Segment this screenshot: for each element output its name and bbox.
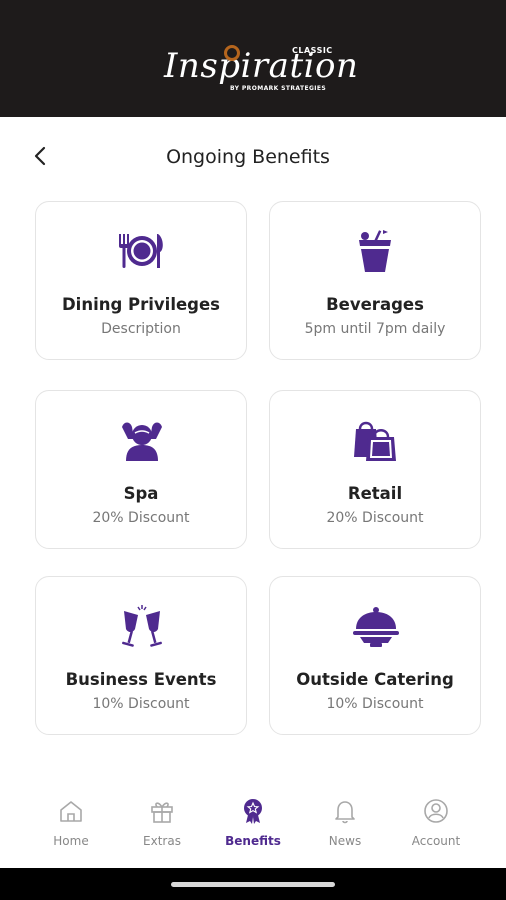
benefit-card-dining[interactable]: Dining Privileges Description [35,201,247,360]
plate-cutlery-icon [119,234,163,268]
shopping-bags-icon [354,421,396,461]
gift-icon [151,802,173,823]
benefit-card-retail[interactable]: Retail 20% Discount [269,390,481,549]
benefit-card-beverages[interactable]: Beverages 5pm until 7pm daily [269,201,481,360]
nav-label: Account [411,834,461,848]
page-title: Ongoing Benefits [166,146,330,168]
benefit-description: 20% Discount [326,510,424,526]
bell-icon [335,801,355,824]
champagne-glasses-icon [122,605,162,647]
nav-label: Home [53,834,89,848]
benefit-card-business-events[interactable]: Business Events 10% Discount [35,576,247,735]
nav-item-benefits[interactable]: Benefits [213,790,293,860]
benefit-description: Description [101,321,181,337]
nav-label: Extras [143,834,181,848]
benefit-name: Outside Catering [296,670,454,689]
nav-item-account[interactable]: Account [396,790,476,860]
nav-label: News [328,834,362,848]
benefit-description: 5pm until 7pm daily [304,321,446,337]
page-titlebar: Ongoing Benefits [0,117,506,197]
app-header: Inspiration CLASSIC BY PROMARK STRATEGIE… [0,0,506,117]
benefit-name: Beverages [326,295,424,314]
home-indicator[interactable] [171,882,335,887]
benefit-name: Dining Privileges [61,295,221,314]
nav-item-home[interactable]: Home [31,790,111,860]
home-icon [60,801,82,822]
system-navigation-bar [0,868,506,900]
award-badge-icon [244,799,262,824]
brand-logo: Inspiration CLASSIC BY PROMARK STRATEGIE… [160,38,358,104]
cocktail-glass-icon [359,230,391,272]
logo-ring-icon [224,45,240,61]
benefit-description: 20% Discount [92,510,190,526]
cloche-icon [353,607,399,647]
benefit-name: Retail [347,484,403,503]
benefit-description: 10% Discount [326,696,424,712]
benefit-card-spa[interactable]: Spa 20% Discount [35,390,247,549]
brand-byline: BY PROMARK STRATEGIES [230,85,327,92]
benefit-card-outside-catering[interactable]: Outside Catering 10% Discount [269,576,481,735]
benefit-name: Business Events [65,670,217,689]
benefit-name: Spa [123,484,159,503]
nav-item-extras[interactable]: Extras [122,790,202,860]
bottom-nav: Home Extras Benefits News Account [0,790,506,860]
brand-edition: CLASSIC [292,46,333,55]
spa-massage-icon [122,422,162,461]
nav-item-news[interactable]: News [305,790,385,860]
benefit-description: 10% Discount [92,696,190,712]
user-circle-icon [424,799,448,823]
nav-label: Benefits [225,834,281,848]
